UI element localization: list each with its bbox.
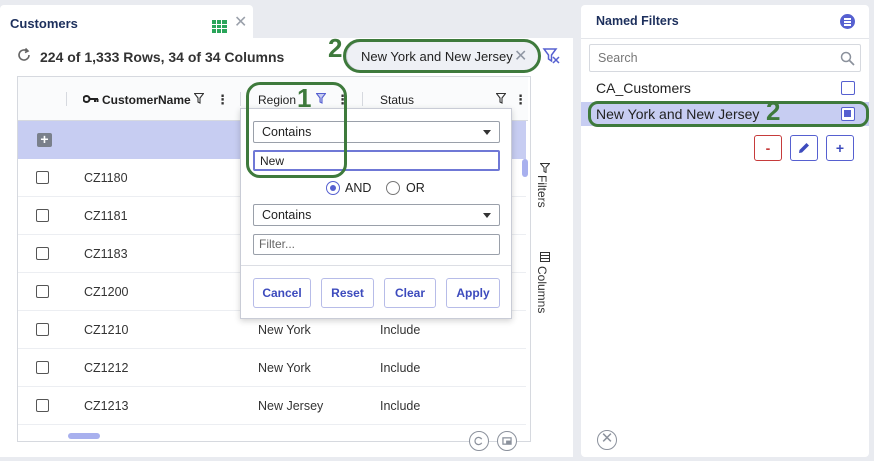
cell-customer-name: CZ1200 — [84, 285, 129, 299]
named-filter-checkbox[interactable] — [841, 81, 855, 95]
header-status[interactable]: Status — [380, 93, 414, 107]
cell-region: New York — [258, 323, 311, 337]
row-checkbox[interactable] — [36, 247, 49, 260]
customer-filter-icon[interactable] — [194, 93, 204, 104]
search-placeholder: Search — [598, 51, 638, 65]
status-menu-icon[interactable]: ⋮ — [514, 92, 527, 108]
cell-customer-name: CZ1183 — [84, 247, 128, 261]
or-radio[interactable] — [386, 181, 400, 195]
pencil-icon — [799, 143, 809, 153]
cell-status: Include — [380, 361, 421, 375]
tab-close-icon[interactable]: ✕ — [234, 15, 247, 31]
row-checkbox[interactable] — [36, 209, 49, 222]
panel-divider — [581, 38, 869, 39]
remove-filter-button[interactable]: - — [754, 135, 782, 161]
table-row[interactable]: CZ1213 New Jersey Include — [18, 387, 526, 425]
columns-panel-icon[interactable] — [540, 252, 550, 262]
named-filter-item[interactable]: CA_Customers — [581, 76, 869, 100]
chevron-down-icon — [483, 130, 491, 135]
cell-region: New Jersey — [258, 399, 324, 413]
popup-divider — [241, 265, 511, 266]
or-label: OR — [406, 181, 425, 195]
add-filter-button[interactable]: + — [826, 135, 854, 161]
annotation-number-2: 2 — [328, 33, 343, 63]
row-checkbox[interactable] — [36, 399, 49, 412]
header-separator — [240, 92, 241, 106]
annotation-highlight-named-filter — [588, 101, 869, 127]
named-filters-title: Named Filters — [596, 14, 679, 28]
customer-menu-icon[interactable]: ⋮ — [216, 92, 229, 108]
fullscreen-icon[interactable] — [497, 431, 517, 451]
cell-customer-name: CZ1181 — [84, 209, 128, 223]
clear-button[interactable]: Clear — [384, 278, 436, 308]
row-checkbox[interactable] — [36, 171, 49, 184]
header-separator — [362, 92, 363, 106]
refresh-icon[interactable] — [16, 47, 32, 63]
customers-tab[interactable]: Customers ✕ — [0, 5, 253, 40]
close-panel-icon[interactable]: ✕ — [597, 430, 617, 450]
filters-panel-icon[interactable] — [540, 163, 550, 173]
cell-customer-name: CZ1213 — [84, 399, 129, 413]
reset-layout-icon[interactable] — [469, 431, 489, 451]
header-customer-name[interactable]: CustomerName — [102, 93, 191, 107]
horizontal-scrollbar[interactable] — [68, 433, 100, 439]
add-row-icon[interactable]: + — [37, 132, 52, 147]
key-icon — [83, 95, 99, 103]
named-filters-panel: Named Filters Search CA_Customers New Yo… — [581, 5, 869, 457]
annotation-number-2: 2 — [766, 96, 781, 126]
row-checkbox[interactable] — [36, 323, 49, 336]
menu-icon[interactable] — [840, 14, 855, 29]
cell-customer-name: CZ1212 — [84, 361, 129, 375]
annotation-highlight-chip — [343, 39, 541, 73]
row-checkbox[interactable] — [36, 285, 49, 298]
filter-value-2-placeholder: Filter... — [259, 237, 296, 251]
cell-customer-name: CZ1180 — [84, 171, 128, 185]
table-row[interactable]: CZ1212 New York Include — [18, 349, 526, 387]
reset-button[interactable]: Reset — [321, 278, 374, 308]
status-filter-icon[interactable] — [496, 93, 506, 104]
chevron-down-icon — [483, 213, 491, 218]
edit-filter-button[interactable] — [790, 135, 818, 161]
and-radio[interactable] — [326, 181, 340, 195]
and-label: AND — [345, 181, 372, 195]
columns-panel-tab[interactable]: Columns — [535, 266, 549, 313]
side-tool-strip: Filters Columns — [530, 76, 554, 442]
cell-region: New York — [258, 361, 311, 375]
cancel-button[interactable]: Cancel — [253, 278, 311, 308]
condition-2-value: Contains — [262, 208, 312, 222]
clear-filters-icon[interactable] — [542, 46, 560, 64]
annotation-number-1: 1 — [297, 83, 312, 113]
filter-value-2-input[interactable]: Filter... — [253, 234, 500, 255]
header-separator — [66, 92, 67, 106]
vertical-scrollbar[interactable] — [522, 159, 528, 177]
cell-customer-name: CZ1210 — [84, 323, 129, 337]
row-count: 224 of 1,333 Rows, 34 of 34 Columns — [40, 49, 285, 65]
row-checkbox[interactable] — [36, 361, 49, 374]
cell-status: Include — [380, 323, 421, 337]
named-filter-search-box[interactable]: Search — [589, 44, 861, 72]
tab-title: Customers — [10, 16, 78, 31]
cell-status: Include — [380, 399, 421, 413]
condition-2-select[interactable]: Contains — [253, 204, 500, 226]
named-filter-label: CA_Customers — [596, 80, 691, 96]
apply-button[interactable]: Apply — [446, 278, 500, 308]
spreadsheet-icon — [212, 20, 227, 33]
filters-panel-tab[interactable]: Filters — [535, 175, 549, 208]
search-icon[interactable] — [840, 51, 855, 66]
